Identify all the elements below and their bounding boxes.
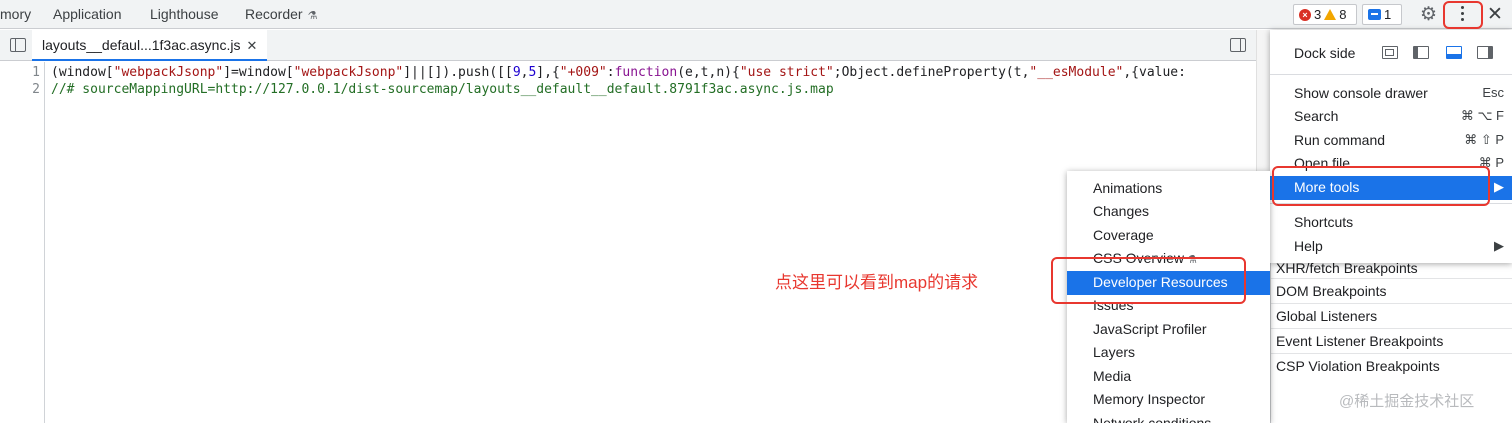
close-tab-icon[interactable]: ✕: [246, 38, 257, 53]
dock-right-icon[interactable]: [1477, 46, 1493, 59]
code-token: ],{: [536, 65, 560, 80]
code-token-string: "__esModule": [1029, 65, 1124, 80]
submenu-arrow-icon: ▶: [1494, 238, 1504, 253]
dock-left-icon[interactable]: [1413, 46, 1429, 59]
tab-recorder[interactable]: Recorder ⚗: [245, 6, 317, 22]
highlight-box-kebab: [1443, 1, 1483, 29]
code-token: :: [606, 65, 615, 80]
line-gutter: 1 2: [0, 62, 45, 423]
error-icon: ×: [1299, 8, 1311, 21]
code-token: ,{value:: [1123, 65, 1186, 80]
editor-tabbar: layouts__defaul...1f3ac.async.js ✕: [0, 30, 1256, 61]
settings-gear-icon[interactable]: ⚙: [1420, 3, 1437, 26]
messages-counter-button[interactable]: 1: [1362, 4, 1402, 25]
dock-bottom-icon[interactable]: [1446, 46, 1462, 59]
code-token: (window[: [51, 65, 114, 80]
menu-shortcuts[interactable]: Shortcuts: [1270, 211, 1512, 235]
submenu-javascript-profiler[interactable]: JavaScript Profiler: [1067, 318, 1270, 342]
warning-count: 8: [1339, 7, 1347, 22]
menu-run-command[interactable]: Run command ⌘ ⇧ P: [1270, 129, 1512, 153]
message-icon: [1368, 9, 1381, 20]
devtools-top-tabbar: mory Application Lighthouse Recorder ⚗ × …: [0, 0, 1512, 29]
error-count: 3: [1314, 7, 1322, 22]
code-token: (e,t,n){: [677, 65, 740, 80]
highlight-box-more-tools: [1272, 166, 1490, 206]
menu-search[interactable]: Search ⌘ ⌥ F: [1270, 105, 1512, 129]
submenu-memory-inspector[interactable]: Memory Inspector: [1067, 388, 1270, 412]
toggle-navigator-icon[interactable]: [10, 38, 26, 52]
menu-item-label: Show console drawer: [1294, 85, 1428, 101]
code-token: ]||[]).push([[: [403, 65, 513, 80]
menu-item-label: Help: [1294, 238, 1323, 254]
menu-item-label: Run command: [1294, 132, 1386, 148]
code-token-string: "webpackJsonp": [293, 65, 404, 80]
tab-application[interactable]: Application: [53, 6, 122, 22]
code-token-string: "use strict": [739, 65, 834, 80]
warning-icon: [1324, 9, 1337, 20]
code-token-keyword: function: [614, 65, 678, 80]
submenu-network-conditions[interactable]: Network conditions: [1067, 412, 1270, 423]
message-count: 1: [1384, 7, 1392, 22]
toggle-debugger-icon[interactable]: [1230, 38, 1246, 52]
code-token: ;Object.defineProperty(t,: [833, 65, 1030, 80]
menu-help[interactable]: Help ▶: [1270, 235, 1512, 259]
menu-item-shortcut: ⌘ ⇧ P: [1464, 132, 1504, 147]
submenu-animations[interactable]: Animations: [1067, 177, 1270, 201]
menu-item-label: Search: [1294, 108, 1339, 124]
code-token: ]=window[: [223, 65, 294, 80]
tab-recorder-label: Recorder: [245, 6, 303, 22]
watermark: @稀土掘金技术社区: [1339, 393, 1475, 410]
menu-item-label: Shortcuts: [1294, 214, 1354, 230]
line-number: 2: [32, 82, 40, 97]
experiment-flask-icon: ⚗: [307, 10, 318, 22]
pane-dom-breakpoints[interactable]: DOM Breakpoints: [1271, 278, 1512, 303]
highlight-box-developer-resources: [1051, 257, 1246, 304]
submenu-arrow-icon: ▶: [1494, 179, 1504, 194]
tab-memory[interactable]: mory: [0, 6, 31, 22]
file-tab[interactable]: layouts__defaul...1f3ac.async.js ✕: [32, 30, 268, 61]
pane-csp-violation-breakpoints[interactable]: CSP Violation Breakpoints: [1271, 353, 1512, 378]
undock-icon[interactable]: [1382, 46, 1398, 59]
line-number: 1: [32, 65, 40, 80]
dock-side-label: Dock side: [1294, 45, 1356, 61]
menu-item-shortcut: Esc: [1482, 85, 1504, 100]
submenu-media[interactable]: Media: [1067, 365, 1270, 389]
code-line-1: (window["webpackJsonp"]=window["webpackJ…: [51, 65, 1186, 80]
code-token-string: "+009": [559, 65, 607, 80]
menu-separator: [1270, 74, 1512, 75]
submenu-layers[interactable]: Layers: [1067, 341, 1270, 365]
code-token-string: "webpackJsonp": [113, 65, 224, 80]
submenu-coverage[interactable]: Coverage: [1067, 224, 1270, 248]
pane-global-listeners[interactable]: Global Listeners: [1271, 303, 1512, 328]
file-tab-label: layouts__defaul...1f3ac.async.js: [42, 37, 241, 53]
menu-show-console-drawer[interactable]: Show console drawer Esc: [1270, 82, 1512, 106]
issues-counter-button[interactable]: × 3 8: [1293, 4, 1357, 25]
code-line-2: //# sourceMappingURL=http://127.0.0.1/di…: [51, 82, 834, 97]
pane-event-listener-breakpoints[interactable]: Event Listener Breakpoints: [1271, 328, 1512, 353]
tab-lighthouse[interactable]: Lighthouse: [150, 6, 219, 22]
customize-menu: Dock side Show console drawer Esc Search ⌘…: [1270, 30, 1512, 263]
code-token-number: 9: [512, 65, 521, 80]
submenu-changes[interactable]: Changes: [1067, 200, 1270, 224]
close-devtools-icon[interactable]: ✕: [1487, 3, 1503, 26]
annotation-text: 点这里可以看到map的请求: [775, 273, 979, 292]
menu-item-shortcut: ⌘ ⌥ F: [1460, 108, 1504, 123]
